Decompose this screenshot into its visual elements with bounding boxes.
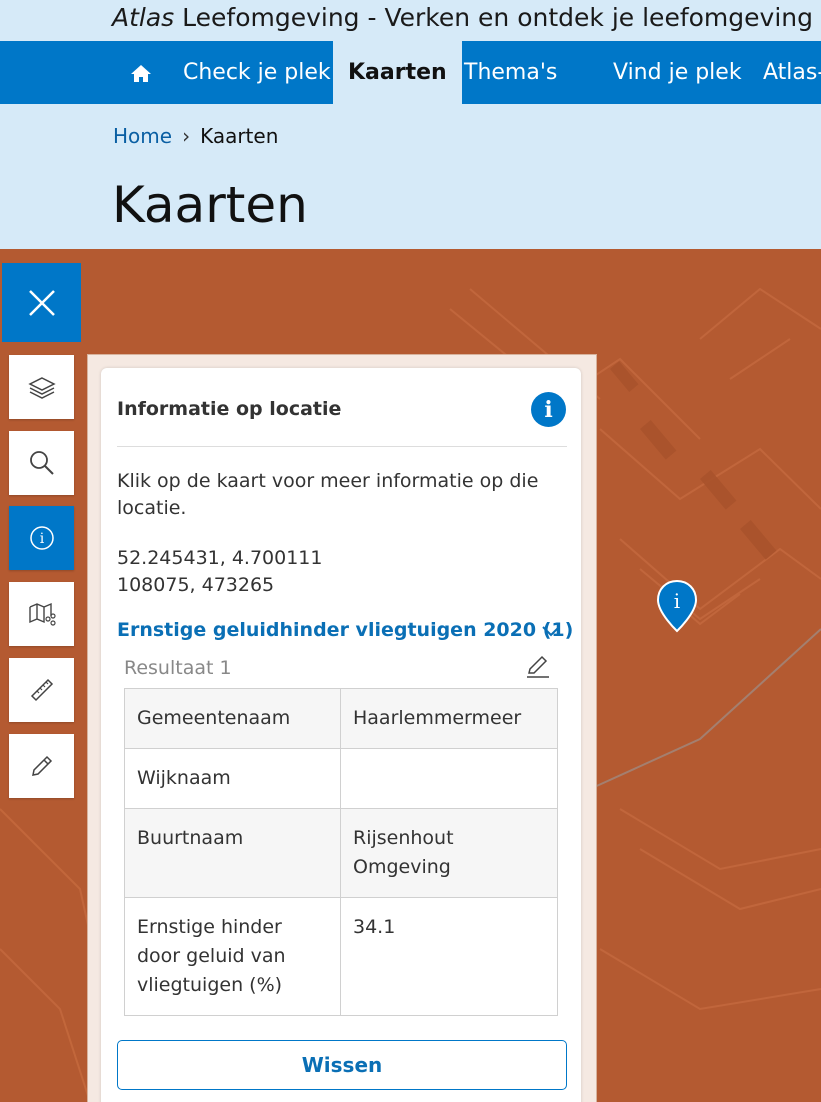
nav-item-atlas[interactable]: Atlas- xyxy=(763,41,821,104)
page-header: Home › Kaarten Kaarten xyxy=(0,104,821,249)
panel-instruction: Klik op de kaart voor meer informatie op… xyxy=(117,470,539,519)
table-row: Ernstige hinder door geluid van vliegtui… xyxy=(124,897,558,1016)
search-icon xyxy=(29,451,54,475)
layers-icon xyxy=(27,377,56,399)
breadcrumb-home-link[interactable]: Home xyxy=(113,124,172,148)
svg-text:i: i xyxy=(39,531,44,547)
clear-button[interactable]: Wissen xyxy=(117,1040,567,1090)
nav-item-themas[interactable]: Thema's xyxy=(464,41,557,104)
home-icon[interactable] xyxy=(128,61,154,85)
site-title-bar: Atlas Leefomgeving - Verken en ontdek je… xyxy=(0,0,821,41)
close-panel-button[interactable] xyxy=(2,263,81,342)
panel-heading: Informatie op locatie xyxy=(117,398,342,420)
draw-button[interactable] xyxy=(9,734,74,798)
attribute-key: Wijknaam xyxy=(124,748,341,809)
location-marker-icon[interactable]: i xyxy=(656,579,698,633)
table-row: Buurtnaam Rijsenhout Omgeving xyxy=(124,808,558,898)
site-title-atlas: Atlas xyxy=(112,3,175,32)
attribute-key: Buurtnaam xyxy=(124,808,341,898)
close-icon xyxy=(28,289,55,316)
nav-item-check-je-plek[interactable]: Check je plek xyxy=(183,41,331,104)
coordinates: 52.245431, 4.700111 108075, 473265 xyxy=(117,545,322,599)
edit-pencil-icon[interactable] xyxy=(525,654,551,680)
attribute-value: Rijsenhout Omgeving xyxy=(340,808,558,898)
breadcrumb-current: Kaarten xyxy=(200,124,279,148)
breadcrumb: Home › Kaarten xyxy=(113,124,278,148)
page-title: Kaarten xyxy=(112,176,308,234)
search-button[interactable] xyxy=(9,431,74,495)
info-icon: i xyxy=(29,526,54,550)
site-title-rest: Leefomgeving - Verken en ontdek je leefo… xyxy=(174,3,813,32)
pencil-icon xyxy=(31,755,52,776)
attribute-value: 34.1 xyxy=(340,897,558,1016)
coordinates-rd: 108075, 473265 xyxy=(117,574,275,596)
info-tool-button[interactable]: i xyxy=(9,506,74,570)
site-title: Atlas Leefomgeving - Verken en ontdek je… xyxy=(112,3,813,32)
coordinates-wgs84: 52.245431, 4.700111 xyxy=(117,547,323,569)
result-label: Resultaat 1 xyxy=(124,657,232,679)
table-row: Gemeentenaam Haarlemmermeer xyxy=(124,688,558,749)
layers-button[interactable] xyxy=(9,355,74,419)
breadcrumb-separator: › xyxy=(182,124,191,148)
info-panel: Informatie op locatie i Klik op de kaart… xyxy=(101,368,581,1102)
svg-text:i: i xyxy=(674,589,680,613)
attribute-key: Ernstige hinder door geluid van vliegtui… xyxy=(124,897,341,1016)
map-share-icon xyxy=(28,602,56,626)
main-nav: Check je plek Kaarten Thema's Vind je pl… xyxy=(0,41,821,114)
attribute-value: Haarlemmermeer xyxy=(340,688,558,749)
layer-result-toggle[interactable]: Ernstige geluidhinder vliegtuigen 2020 (… xyxy=(117,619,573,641)
chevron-down-icon[interactable] xyxy=(541,624,561,638)
attribute-key: Gemeentenaam xyxy=(124,688,341,749)
nav-item-kaarten[interactable]: Kaarten xyxy=(333,41,462,104)
map-share-button[interactable] xyxy=(9,582,74,646)
info-help-icon[interactable]: i xyxy=(531,392,566,427)
ruler-icon xyxy=(30,678,53,702)
nav-item-vind-je-plek[interactable]: Vind je plek xyxy=(613,41,742,104)
attribute-value xyxy=(340,748,558,809)
table-row: Wijknaam xyxy=(124,748,558,809)
measure-button[interactable] xyxy=(9,658,74,722)
attribute-table: Gemeentenaam Haarlemmermeer Wijknaam Buu… xyxy=(124,688,558,1016)
panel-divider xyxy=(117,446,567,447)
